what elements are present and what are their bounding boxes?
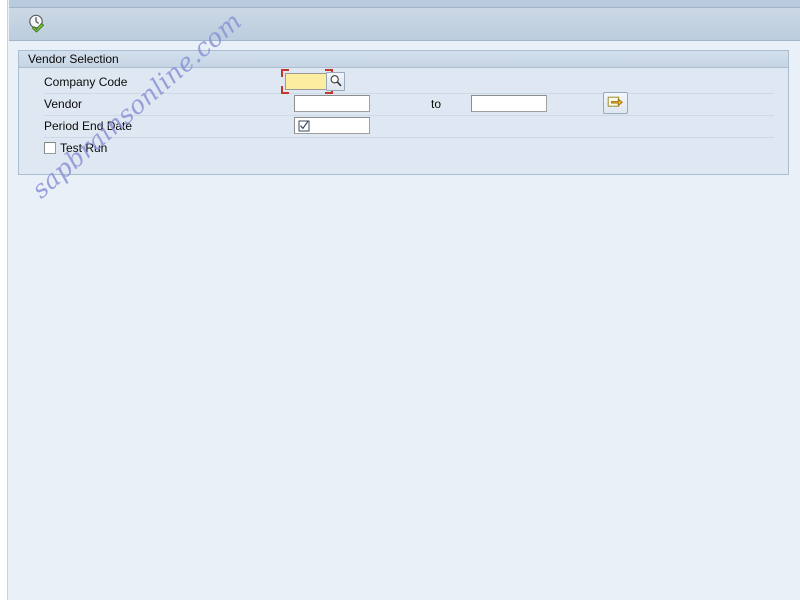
- execute-clock-check-icon: [27, 13, 47, 36]
- vendor-multiple-selection-button[interactable]: [603, 92, 628, 114]
- test-run-checkbox[interactable]: [44, 142, 56, 154]
- vendor-range-to-label: to: [431, 97, 442, 111]
- window-left-gutter: [0, 0, 8, 600]
- vendor-from-input[interactable]: [294, 95, 370, 112]
- row-vendor: Vendor to: [19, 92, 788, 116]
- selection-screen-content: Vendor Selection Company Code Vendor to …: [9, 42, 800, 600]
- company-code-label: Company Code: [44, 75, 128, 89]
- date-picker-checkmark-icon[interactable]: [297, 119, 310, 132]
- window-top-strip: [9, 0, 800, 8]
- row-separator: [44, 137, 774, 138]
- row-period-end-date: Period End Date: [19, 116, 788, 138]
- company-code-input[interactable]: [285, 73, 329, 90]
- period-end-date-label: Period End Date: [44, 119, 133, 133]
- vendor-label: Vendor: [44, 97, 83, 111]
- sap-gui-window: Vendor Selection Company Code Vendor to …: [0, 0, 800, 600]
- search-magnifier-icon: [329, 74, 342, 90]
- test-run-checkbox-row[interactable]: Test Run: [44, 141, 107, 155]
- groupbox-body: Company Code Vendor to Period End Date T…: [19, 68, 788, 175]
- vendor-selection-groupbox: Vendor Selection Company Code Vendor to …: [18, 50, 789, 175]
- groupbox-header: Vendor Selection: [19, 51, 788, 68]
- groupbox-title: Vendor Selection: [28, 52, 119, 66]
- arrow-out-of-box-icon: [607, 94, 624, 112]
- vendor-to-input[interactable]: [471, 95, 547, 112]
- test-run-label: Test Run: [60, 141, 108, 155]
- application-toolbar: [9, 8, 800, 41]
- company-code-search-help-button[interactable]: [326, 72, 345, 91]
- row-company-code: Company Code: [19, 69, 788, 94]
- execute-button[interactable]: [25, 13, 49, 36]
